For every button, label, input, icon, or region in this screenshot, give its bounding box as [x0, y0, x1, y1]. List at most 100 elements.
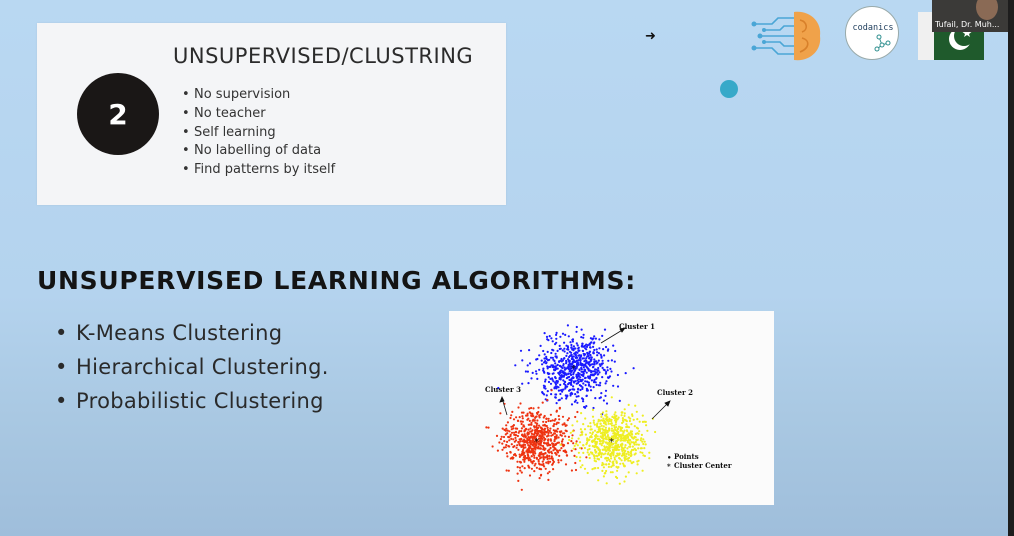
cluster-point	[641, 451, 644, 454]
cluster-point	[611, 415, 614, 418]
cluster-point	[582, 400, 585, 403]
cluster-point	[526, 442, 529, 445]
cluster-point	[534, 415, 538, 418]
cluster-point	[584, 359, 587, 362]
cluster-point	[570, 383, 573, 386]
cluster-point	[610, 422, 613, 425]
cluster-point	[573, 400, 576, 403]
cluster-point	[561, 440, 564, 443]
network-icon	[874, 34, 891, 52]
cluster-point	[520, 422, 523, 426]
cluster-point	[588, 350, 592, 353]
cluster-point	[523, 460, 526, 463]
cluster-point	[515, 416, 518, 419]
cluster-point	[601, 334, 604, 337]
cluster-point	[567, 335, 570, 338]
cluster-point	[561, 388, 564, 391]
cluster-point	[544, 438, 547, 441]
cluster-point	[593, 358, 596, 361]
cluster-point	[516, 460, 519, 463]
cluster-point	[555, 337, 558, 340]
cluster-point	[577, 378, 580, 381]
cluster-point	[623, 408, 626, 411]
cluster-point	[606, 349, 609, 352]
cluster-point	[527, 432, 530, 435]
cluster-point	[543, 465, 546, 468]
cluster-point	[588, 456, 591, 460]
cluster-point	[594, 381, 597, 384]
cluster-point	[593, 361, 596, 364]
cluster-point	[542, 384, 545, 387]
cluster-point	[592, 419, 595, 422]
cluster-point	[510, 443, 513, 446]
cluster-point	[557, 386, 560, 389]
cluster-point	[507, 435, 510, 439]
cluster-point	[625, 455, 628, 458]
cluster-point	[542, 416, 545, 419]
cluster-point	[607, 376, 610, 379]
cluster-point	[624, 475, 627, 478]
cluster-point	[556, 380, 559, 383]
cluster-point	[579, 379, 582, 383]
cluster-point	[579, 466, 582, 469]
cluster-point	[575, 325, 578, 329]
cluster-point	[610, 452, 613, 455]
cluster-point	[548, 451, 551, 454]
cluster-point	[566, 394, 569, 397]
cluster-point	[597, 359, 600, 362]
cluster-point	[542, 462, 545, 466]
cluster-point	[544, 467, 547, 470]
cluster-point	[540, 359, 543, 362]
cluster-point	[570, 351, 573, 354]
cluster-point	[516, 472, 519, 475]
cluster-point	[630, 441, 633, 444]
cluster-point	[563, 382, 566, 385]
cluster-point	[591, 431, 595, 434]
cluster-point	[625, 423, 628, 426]
cluster-point	[554, 362, 557, 365]
cluster-point	[623, 450, 627, 453]
cluster-point	[535, 411, 539, 415]
cluster-point	[527, 438, 530, 441]
cluster-point	[506, 421, 509, 424]
cluster-point	[600, 444, 603, 447]
cluster-point	[584, 376, 587, 379]
cluster-point	[554, 352, 557, 355]
cluster-point	[582, 370, 585, 373]
cluster-point	[491, 445, 494, 448]
cluster-point	[523, 443, 527, 446]
cluster-point	[581, 357, 584, 360]
cluster-point	[589, 354, 592, 357]
cluster-point	[548, 358, 551, 361]
cluster-point	[558, 418, 561, 421]
cluster-point	[611, 464, 614, 467]
cluster-point	[587, 381, 590, 384]
cluster-point	[597, 458, 601, 461]
cluster-point	[619, 462, 622, 465]
cluster-point	[627, 416, 630, 419]
cluster-point	[580, 412, 583, 415]
cluster-point	[521, 465, 524, 468]
cluster-point	[535, 372, 538, 375]
participant-video-tile[interactable]: Tufail, Dr. Muh...	[932, 0, 1008, 32]
cluster-point	[530, 423, 533, 426]
cluster-point	[533, 470, 536, 473]
cluster-point	[595, 376, 598, 380]
cluster-point	[513, 445, 516, 448]
cluster-point	[566, 324, 569, 327]
cluster-point	[555, 402, 558, 405]
cluster-point	[605, 469, 608, 473]
cluster-point	[571, 355, 574, 359]
cluster-point	[600, 453, 603, 456]
cluster-point	[646, 429, 649, 432]
cluster-point	[535, 466, 538, 469]
cluster-point	[612, 462, 615, 465]
cluster-point	[631, 433, 634, 436]
cluster-point	[589, 346, 592, 349]
number-circle: 2	[77, 73, 159, 155]
cluster-point	[585, 394, 588, 398]
cluster-point	[508, 439, 511, 442]
cluster-point	[642, 442, 645, 446]
cluster-point	[612, 384, 615, 387]
cluster-point	[514, 430, 518, 433]
